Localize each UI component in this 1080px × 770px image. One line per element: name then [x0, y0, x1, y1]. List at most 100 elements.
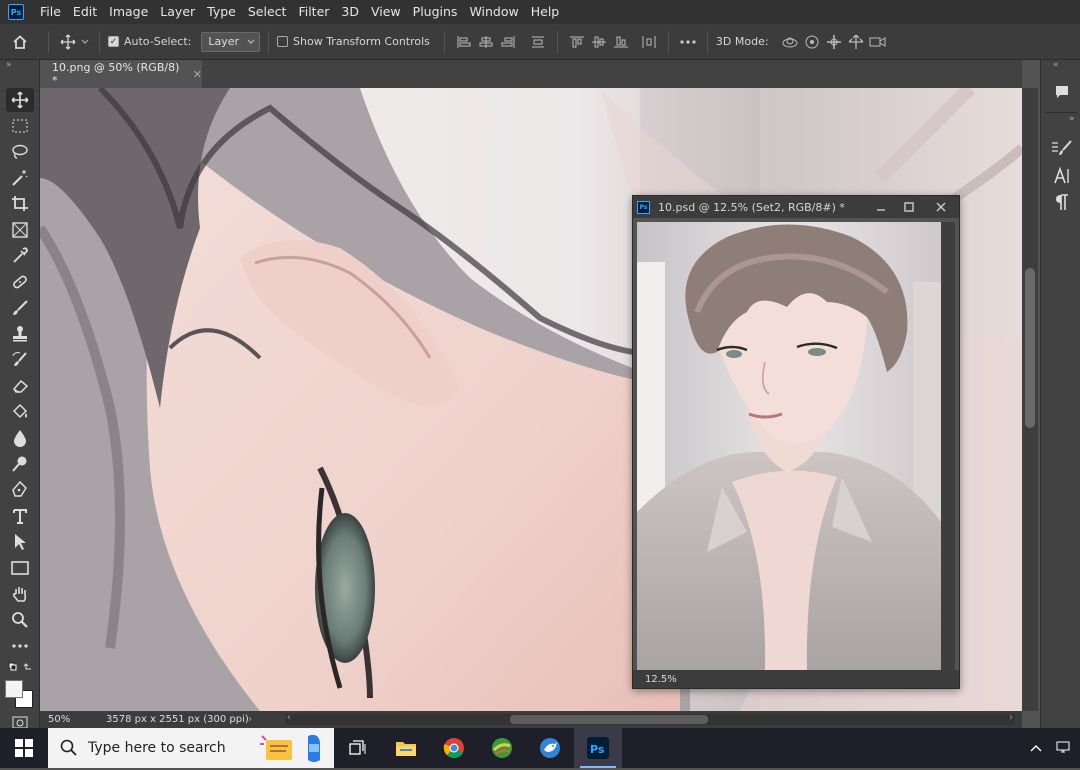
game-app-icon[interactable] [478, 728, 526, 768]
floating-zoom-level[interactable]: 12.5% [645, 674, 677, 685]
history-brush-tool-icon[interactable] [6, 348, 34, 372]
comments-icon[interactable] [1049, 80, 1075, 104]
eyedropper-tool-icon[interactable] [6, 244, 34, 268]
separator [667, 30, 669, 53]
close-icon[interactable]: ✕ [193, 68, 202, 81]
menu-file[interactable]: File [34, 0, 67, 24]
canvas-horizontal-scrollbar[interactable]: ‹ › [285, 712, 1015, 725]
floating-window-title: 10.psd @ 12.5% (Set2, RGB/8#) * [658, 200, 845, 214]
eraser-tool-icon[interactable] [6, 374, 34, 398]
floating-window-titlebar[interactable]: Ps 10.psd @ 12.5% (Set2, RGB/8#) * [633, 196, 959, 218]
menu-help[interactable]: Help [525, 0, 566, 24]
expand-panels-icon[interactable]: » [1069, 114, 1075, 124]
zoom-level-field[interactable]: 50% [48, 713, 88, 726]
default-colors-icon[interactable] [6, 660, 34, 674]
dropdown-value: Layer [208, 35, 240, 48]
color-swatches[interactable] [5, 680, 37, 710]
expand-panels-icon[interactable]: « [1053, 60, 1059, 70]
bird-app-icon[interactable] [526, 728, 574, 768]
roll-3d-icon[interactable] [801, 31, 823, 53]
align-middle-vertical-icon[interactable] [588, 31, 610, 53]
paragraph-panel-icon[interactable] [1049, 190, 1075, 214]
healing-brush-tool-icon[interactable] [6, 270, 34, 294]
dodge-tool-icon[interactable] [6, 452, 34, 476]
auto-select-target-dropdown[interactable]: Layer [201, 31, 261, 52]
menu-window[interactable]: Window [463, 0, 524, 24]
paint-bucket-tool-icon[interactable] [6, 400, 34, 424]
scrollbar-thumb[interactable] [510, 715, 708, 724]
brush-tool-icon[interactable] [6, 296, 34, 320]
minimize-icon[interactable] [867, 196, 895, 218]
menu-layer[interactable]: Layer [154, 0, 201, 24]
scrollbar-thumb[interactable] [1025, 268, 1035, 428]
align-bottom-icon[interactable] [610, 31, 632, 53]
chevron-right-icon[interactable]: › [248, 714, 252, 725]
zoom-tool-icon[interactable] [6, 608, 34, 632]
photoshop-taskbar-icon[interactable]: Ps [574, 728, 622, 768]
menu-plugins[interactable]: Plugins [407, 0, 464, 24]
canvas-vertical-scrollbar[interactable] [1022, 88, 1038, 711]
lasso-tool-icon[interactable] [6, 140, 34, 164]
rectangular-marquee-tool-icon[interactable] [6, 114, 34, 138]
character-panel-icon[interactable] [1049, 164, 1075, 188]
document-tab[interactable]: 10.png @ 50% (RGB/8) * ✕ [40, 60, 202, 88]
move-tool-preset-icon[interactable] [57, 27, 79, 57]
quick-mask-icon[interactable] [6, 715, 34, 728]
scale-3d-camera-icon[interactable] [867, 31, 889, 53]
show-transform-checkbox[interactable] [277, 36, 289, 47]
distribute-vertical-icon[interactable] [527, 31, 549, 53]
menu-3d[interactable]: 3D [335, 0, 365, 24]
frame-tool-icon[interactable] [6, 218, 34, 242]
foreground-color-swatch[interactable] [5, 680, 23, 698]
task-view-icon[interactable] [334, 728, 382, 768]
floating-document-window[interactable]: Ps 10.psd @ 12.5% (Set2, RGB/8#) * 12.5% [632, 195, 960, 689]
windows-start-icon[interactable] [0, 728, 48, 768]
scroll-right-icon[interactable]: › [1009, 712, 1013, 723]
menu-type[interactable]: Type [201, 0, 242, 24]
chrome-icon[interactable] [430, 728, 478, 768]
blur-tool-icon[interactable] [6, 426, 34, 450]
menu-view[interactable]: View [365, 0, 407, 24]
network-icon[interactable] [1056, 740, 1072, 757]
close-icon[interactable] [923, 196, 959, 218]
pan-3d-icon[interactable] [823, 31, 845, 53]
distribute-horizontal-icon[interactable] [638, 31, 660, 53]
edit-toolbar-more-icon[interactable] [6, 634, 34, 658]
home-icon[interactable] [0, 24, 40, 60]
align-center-horizontal-icon[interactable] [475, 31, 497, 53]
hand-tool-icon[interactable] [6, 582, 34, 606]
collapse-toolbar-icon[interactable]: » [6, 60, 12, 70]
align-left-icon[interactable] [453, 31, 475, 53]
align-right-icon[interactable] [497, 31, 519, 53]
clone-stamp-tool-icon[interactable] [6, 322, 34, 346]
auto-select-checkbox[interactable]: ✓ [108, 36, 119, 47]
brush-settings-icon[interactable] [1049, 136, 1075, 160]
magic-wand-tool-icon[interactable] [6, 166, 34, 190]
more-options-icon[interactable] [677, 31, 699, 53]
floating-document-canvas[interactable] [637, 222, 941, 670]
document-tab-bar: 10.png @ 50% (RGB/8) * ✕ [40, 60, 1022, 88]
slide-3d-icon[interactable] [845, 31, 867, 53]
type-tool-icon[interactable] [6, 504, 34, 528]
auto-select-toggle[interactable]: ✓ Auto-Select: [108, 35, 191, 48]
rectangle-tool-icon[interactable] [6, 556, 34, 580]
move-tool-icon[interactable] [6, 88, 34, 112]
crop-tool-icon[interactable] [6, 192, 34, 216]
chevron-up-icon[interactable] [1030, 741, 1042, 755]
floating-window-scrollbar[interactable] [941, 222, 955, 670]
path-selection-tool-icon[interactable] [6, 530, 34, 554]
chevron-down-icon[interactable] [79, 39, 91, 45]
maximize-icon[interactable] [895, 196, 923, 218]
pen-tool-icon[interactable] [6, 478, 34, 502]
align-top-icon[interactable] [566, 31, 588, 53]
menu-select[interactable]: Select [242, 0, 293, 24]
file-explorer-icon[interactable] [382, 728, 430, 768]
menu-filter[interactable]: Filter [292, 0, 335, 24]
photoshop-logo-icon: Ps [8, 4, 24, 20]
menu-image[interactable]: Image [103, 0, 154, 24]
orbit-3d-icon[interactable] [779, 31, 801, 53]
scroll-left-icon[interactable]: ‹ [287, 712, 291, 723]
menu-edit[interactable]: Edit [67, 0, 103, 24]
taskbar-search-box[interactable]: Type here to search [48, 728, 334, 768]
show-transform-toggle[interactable]: Show Transform Controls [277, 35, 430, 48]
